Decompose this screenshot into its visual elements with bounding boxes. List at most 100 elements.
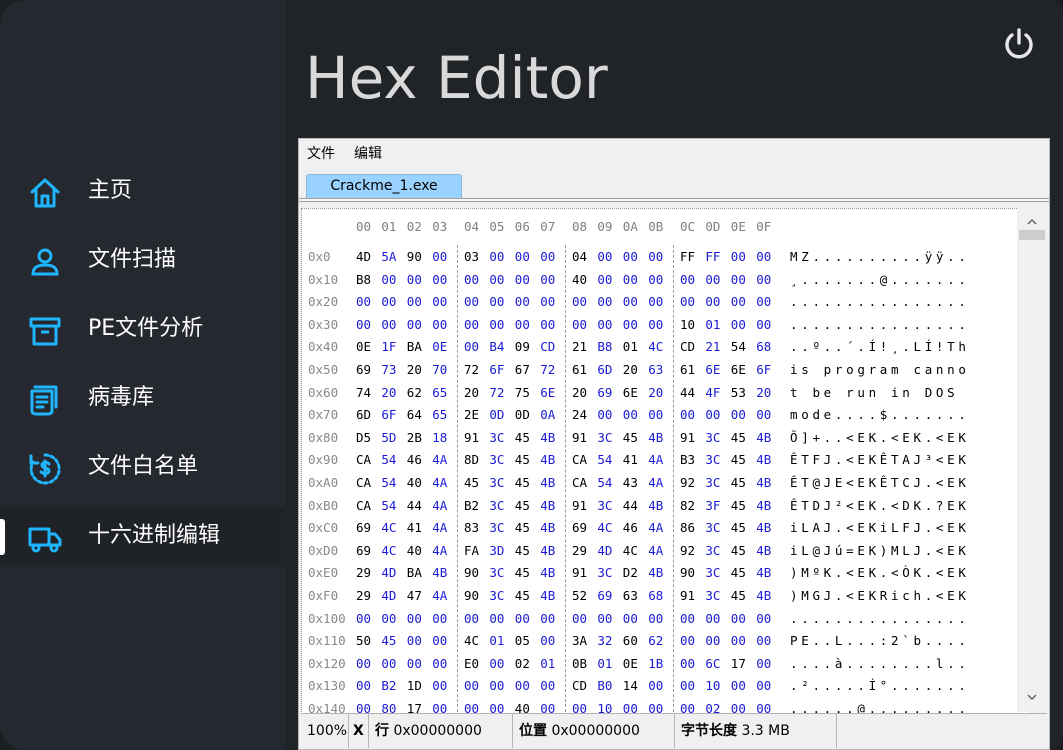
ascii-text[interactable]: ................ <box>790 294 970 309</box>
hex-byte[interactable]: 00 <box>515 249 530 264</box>
hex-byte[interactable]: 00 <box>731 272 746 287</box>
hex-byte[interactable]: 00 <box>680 407 695 422</box>
hex-byte[interactable]: FF <box>705 249 720 264</box>
hex-byte[interactable]: 4C <box>381 520 396 535</box>
hex-byte[interactable]: 00 <box>680 272 695 287</box>
hex-byte[interactable]: 01 <box>540 656 555 671</box>
hex-byte[interactable]: 62 <box>407 385 422 400</box>
hex-byte[interactable]: 6F <box>756 362 771 377</box>
hex-byte[interactable]: 69 <box>356 520 371 535</box>
hex-byte[interactable]: 00 <box>756 272 771 287</box>
hex-byte[interactable]: 00 <box>489 656 504 671</box>
hex-byte[interactable]: 45 <box>731 543 746 558</box>
hex-byte[interactable]: 65 <box>432 385 447 400</box>
hex-byte[interactable]: 20 <box>756 385 771 400</box>
hex-byte[interactable]: 45 <box>515 498 530 513</box>
hex-byte[interactable]: 00 <box>623 407 638 422</box>
hex-byte[interactable]: 4A <box>432 520 447 535</box>
hex-byte[interactable]: 00 <box>705 407 720 422</box>
hex-byte[interactable]: 1F <box>381 339 396 354</box>
sidebar-item-virus-db[interactable]: 病毒库 <box>0 369 285 429</box>
hex-byte[interactable]: 00 <box>597 407 612 422</box>
hex-byte[interactable]: 45 <box>515 430 530 445</box>
hex-byte[interactable]: 4C <box>648 339 663 354</box>
hex-byte[interactable]: 4A <box>432 452 447 467</box>
ascii-text[interactable]: ÊTFJ.<EKÊTAJ³<EK <box>790 452 970 467</box>
hex-byte[interactable]: 00 <box>680 656 695 671</box>
hex-byte[interactable]: 00 <box>540 678 555 693</box>
hex-byte[interactable]: 21 <box>705 339 720 354</box>
hex-byte[interactable]: 0E <box>623 656 638 671</box>
ascii-text[interactable]: )MGJ.<EKRich.<EK <box>790 588 970 603</box>
hex-byte[interactable]: 45 <box>515 520 530 535</box>
hex-byte[interactable]: 00 <box>489 678 504 693</box>
hex-byte[interactable]: 6F <box>489 362 504 377</box>
hex-byte[interactable]: D2 <box>623 565 638 580</box>
hex-byte[interactable]: B2 <box>464 498 479 513</box>
hex-byte[interactable]: 3A <box>572 633 587 648</box>
hex-byte[interactable]: 69 <box>356 362 371 377</box>
hex-byte[interactable]: 01 <box>597 656 612 671</box>
hex-byte[interactable]: 00 <box>356 678 371 693</box>
hex-byte[interactable]: 3C <box>489 475 504 490</box>
hex-byte[interactable]: 00 <box>540 611 555 626</box>
hex-byte[interactable]: 29 <box>572 543 587 558</box>
hex-byte[interactable]: 45 <box>515 565 530 580</box>
hex-byte[interactable]: 44 <box>623 498 638 513</box>
hex-byte[interactable]: 00 <box>515 317 530 332</box>
menu-file[interactable]: 文件 <box>307 146 335 162</box>
hex-byte[interactable]: 04 <box>572 249 587 264</box>
hex-byte[interactable]: 00 <box>597 317 612 332</box>
hex-byte[interactable]: 70 <box>432 362 447 377</box>
hex-byte[interactable]: 00 <box>464 339 479 354</box>
ascii-text[interactable]: ¸.......@....... <box>790 272 970 287</box>
hex-byte[interactable]: 4B <box>540 498 555 513</box>
hex-byte[interactable]: FF <box>680 249 695 264</box>
hex-byte[interactable]: 45 <box>731 520 746 535</box>
hex-byte[interactable]: 53 <box>731 385 746 400</box>
hex-byte[interactable]: 54 <box>597 475 612 490</box>
hex-byte[interactable]: 45 <box>731 498 746 513</box>
hex-byte[interactable]: 00 <box>756 317 771 332</box>
hex-byte[interactable]: 17 <box>731 656 746 671</box>
close-button[interactable]: X <box>349 714 369 748</box>
hex-byte[interactable]: B8 <box>356 272 371 287</box>
sidebar-item-home[interactable]: 主页 <box>0 162 285 222</box>
hex-byte[interactable]: 00 <box>756 249 771 264</box>
hex-byte[interactable]: 4B <box>648 565 663 580</box>
hex-byte[interactable]: 4B <box>540 475 555 490</box>
hex-byte[interactable]: 00 <box>381 294 396 309</box>
hex-byte[interactable]: 91 <box>572 498 587 513</box>
hex-byte[interactable]: 3C <box>705 430 720 445</box>
menu-edit[interactable]: 编辑 <box>354 146 382 162</box>
hex-byte[interactable]: 44 <box>680 385 695 400</box>
hex-byte[interactable]: 62 <box>648 633 663 648</box>
sidebar-item-hex-editor[interactable]: 十六进制编辑 <box>0 507 285 567</box>
hex-byte[interactable]: 0B <box>572 656 587 671</box>
hex-byte[interactable]: CD <box>540 339 555 354</box>
hex-byte[interactable]: 4B <box>756 475 771 490</box>
hex-byte[interactable]: 6E <box>705 362 720 377</box>
hex-byte[interactable]: B4 <box>489 339 504 354</box>
ascii-text[interactable]: iLAJ.<EKiLFJ.<EK <box>790 520 970 535</box>
hex-byte[interactable]: 00 <box>407 611 422 626</box>
hex-byte[interactable]: 0D <box>515 407 530 422</box>
hex-byte[interactable]: 3C <box>597 565 612 580</box>
hex-byte[interactable]: 45 <box>515 452 530 467</box>
hex-byte[interactable]: 09 <box>515 339 530 354</box>
hex-byte[interactable]: 01 <box>623 339 638 354</box>
hex-byte[interactable]: 00 <box>540 272 555 287</box>
hex-byte[interactable]: 4A <box>432 498 447 513</box>
hex-byte[interactable]: 00 <box>515 272 530 287</box>
ascii-text[interactable]: ....à........l.. <box>790 656 970 671</box>
hex-byte[interactable]: 00 <box>356 294 371 309</box>
hex-byte[interactable]: 00 <box>731 407 746 422</box>
hex-byte[interactable]: 41 <box>623 452 638 467</box>
hex-byte[interactable]: 00 <box>756 656 771 671</box>
hex-byte[interactable]: 3C <box>489 520 504 535</box>
hex-byte[interactable]: 00 <box>648 407 663 422</box>
hex-byte[interactable]: 00 <box>648 317 663 332</box>
hex-byte[interactable]: 6C <box>705 656 720 671</box>
hex-byte[interactable]: 10 <box>680 317 695 332</box>
hex-byte[interactable]: 00 <box>489 294 504 309</box>
